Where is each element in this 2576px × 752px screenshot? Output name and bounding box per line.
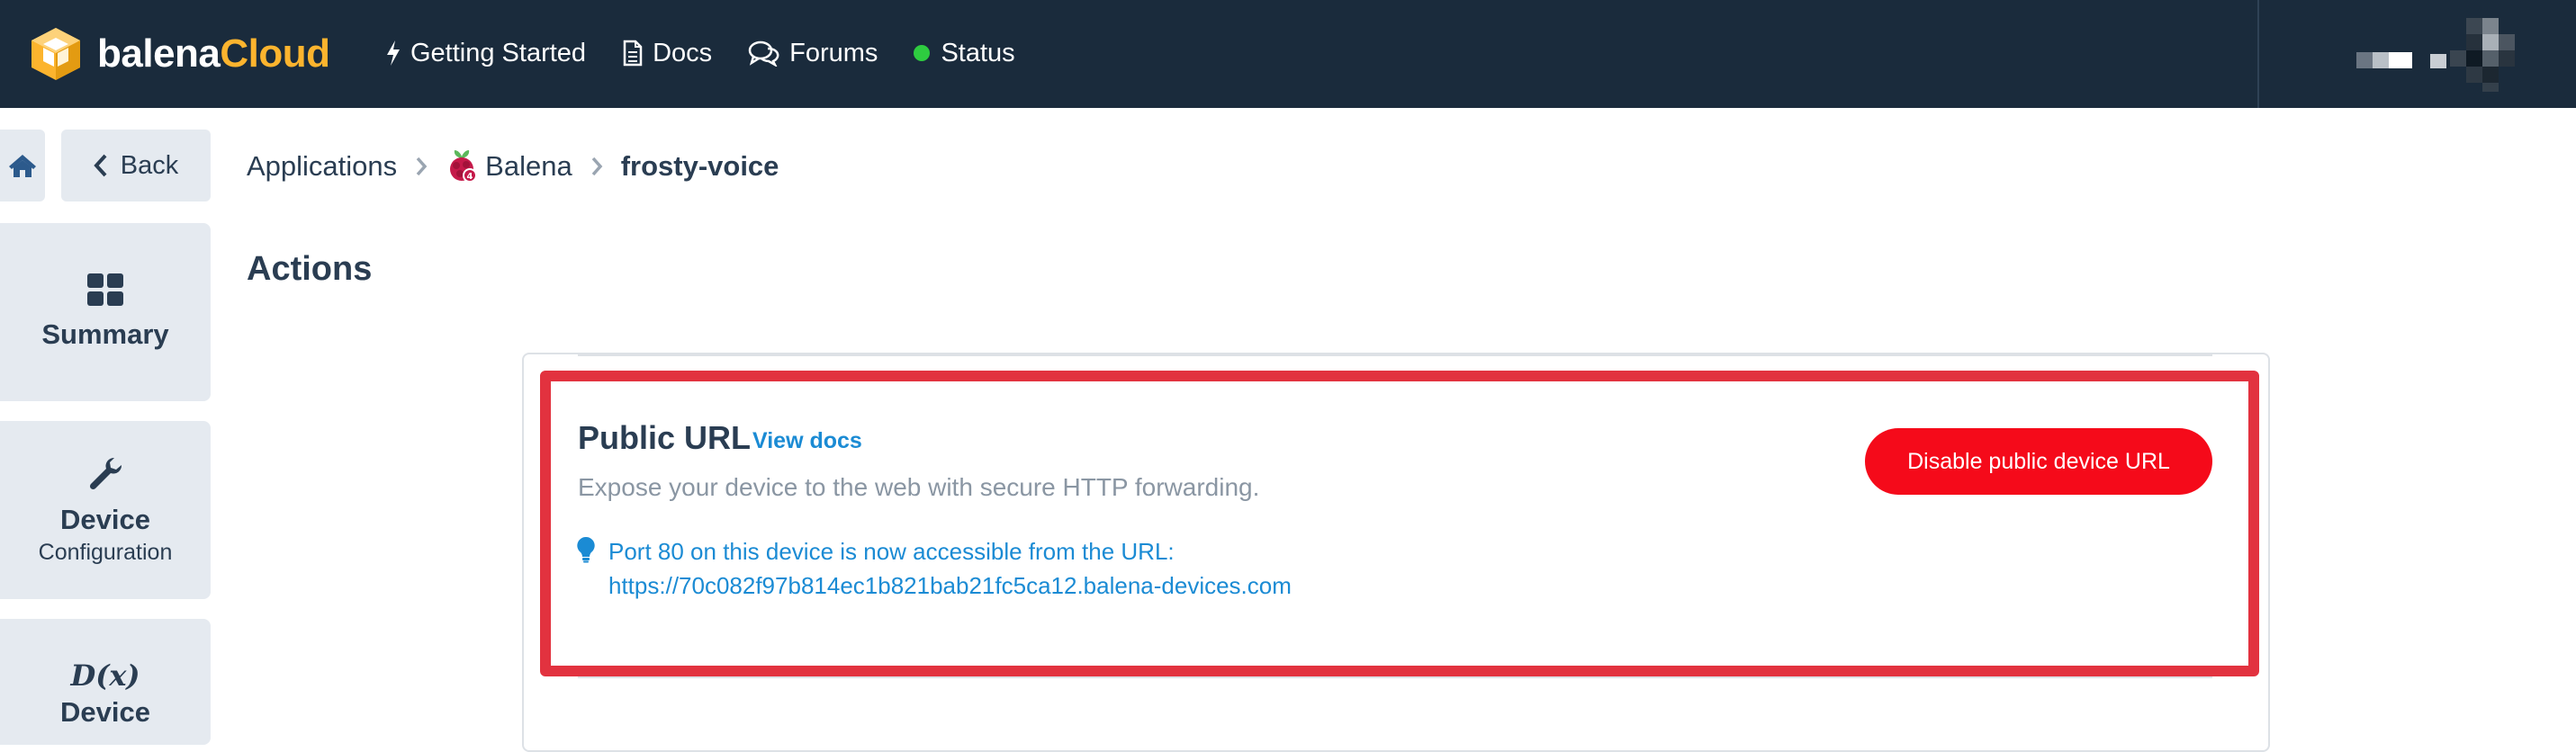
chevron-left-icon xyxy=(94,154,107,177)
nav-getting-started[interactable]: Getting Started xyxy=(385,39,586,68)
nav-docs[interactable]: Docs xyxy=(622,39,712,68)
sidebar-item-device-configuration[interactable]: Device Configuration xyxy=(0,421,211,599)
sidebar-item-device-variables[interactable]: D(x) Device xyxy=(0,619,211,745)
public-url-description: Expose your device to the web with secur… xyxy=(578,473,1260,501)
back-label: Back xyxy=(120,150,179,180)
main-nav: Getting Started Docs Forums Status xyxy=(385,31,1051,76)
top-navbar: balenaCloud Getting Started Docs Forums … xyxy=(0,0,2576,108)
back-button[interactable]: Back xyxy=(61,130,211,201)
document-icon xyxy=(623,40,643,67)
balena-logo[interactable]: balenaCloud xyxy=(29,23,330,85)
lightbulb-icon xyxy=(576,536,596,568)
breadcrumb-app-label: Balena xyxy=(485,150,572,182)
breadcrumb-device: frosty-voice xyxy=(620,150,779,182)
page-title: Actions xyxy=(247,250,373,288)
nav-getting-started-label: Getting Started xyxy=(410,38,587,67)
function-variable-icon: D(x) xyxy=(70,658,140,693)
view-docs-link[interactable]: View docs xyxy=(752,428,862,454)
public-url-title: Public URL xyxy=(578,419,752,456)
nav-status[interactable]: Status xyxy=(914,38,1015,68)
balena-cube-icon xyxy=(32,28,80,80)
chevron-right-icon xyxy=(590,157,603,176)
disable-public-url-button[interactable]: Disable public device URL xyxy=(1865,428,2212,495)
public-url-info: Port 80 on this device is now accessible… xyxy=(608,538,1175,565)
public-url-link[interactable]: https://70c082f97b814ec1b821bab21fc5ca12… xyxy=(608,572,1292,600)
nav-status-label: Status xyxy=(941,38,1015,67)
dashboard-grid-icon xyxy=(87,273,123,306)
sidebar-item-summary-label: Summary xyxy=(41,318,169,350)
wrench-icon xyxy=(89,457,122,489)
nav-docs-label: Docs xyxy=(653,38,713,67)
device-variables-label-line1: Device xyxy=(60,696,150,728)
brand-name: balenaCloud xyxy=(97,31,330,76)
divider xyxy=(578,676,2212,678)
home-icon xyxy=(9,155,36,177)
lightning-icon xyxy=(387,40,400,66)
sidebar-item-summary[interactable]: Summary xyxy=(0,223,211,401)
divider xyxy=(578,354,2212,356)
topbar-divider xyxy=(2257,0,2259,108)
svg-text:4: 4 xyxy=(467,172,473,182)
device-config-label-line1: Device xyxy=(60,503,150,535)
home-button[interactable] xyxy=(0,130,45,201)
breadcrumb-app[interactable]: 4 Balena xyxy=(446,148,572,185)
status-ok-icon xyxy=(914,45,931,61)
chat-bubbles-icon xyxy=(748,40,779,67)
nav-forums[interactable]: Forums xyxy=(748,39,878,68)
nav-forums-label: Forums xyxy=(789,38,878,67)
raspberry-pi-icon: 4 xyxy=(446,148,478,185)
breadcrumb: Applications 4 Balena frosty-voice xyxy=(247,144,779,189)
highlight-frame xyxy=(540,371,2259,676)
user-menu[interactable] xyxy=(2355,13,2531,94)
chevron-right-icon xyxy=(415,157,428,176)
breadcrumb-applications[interactable]: Applications xyxy=(247,150,397,183)
device-config-label-line2: Configuration xyxy=(38,539,173,565)
